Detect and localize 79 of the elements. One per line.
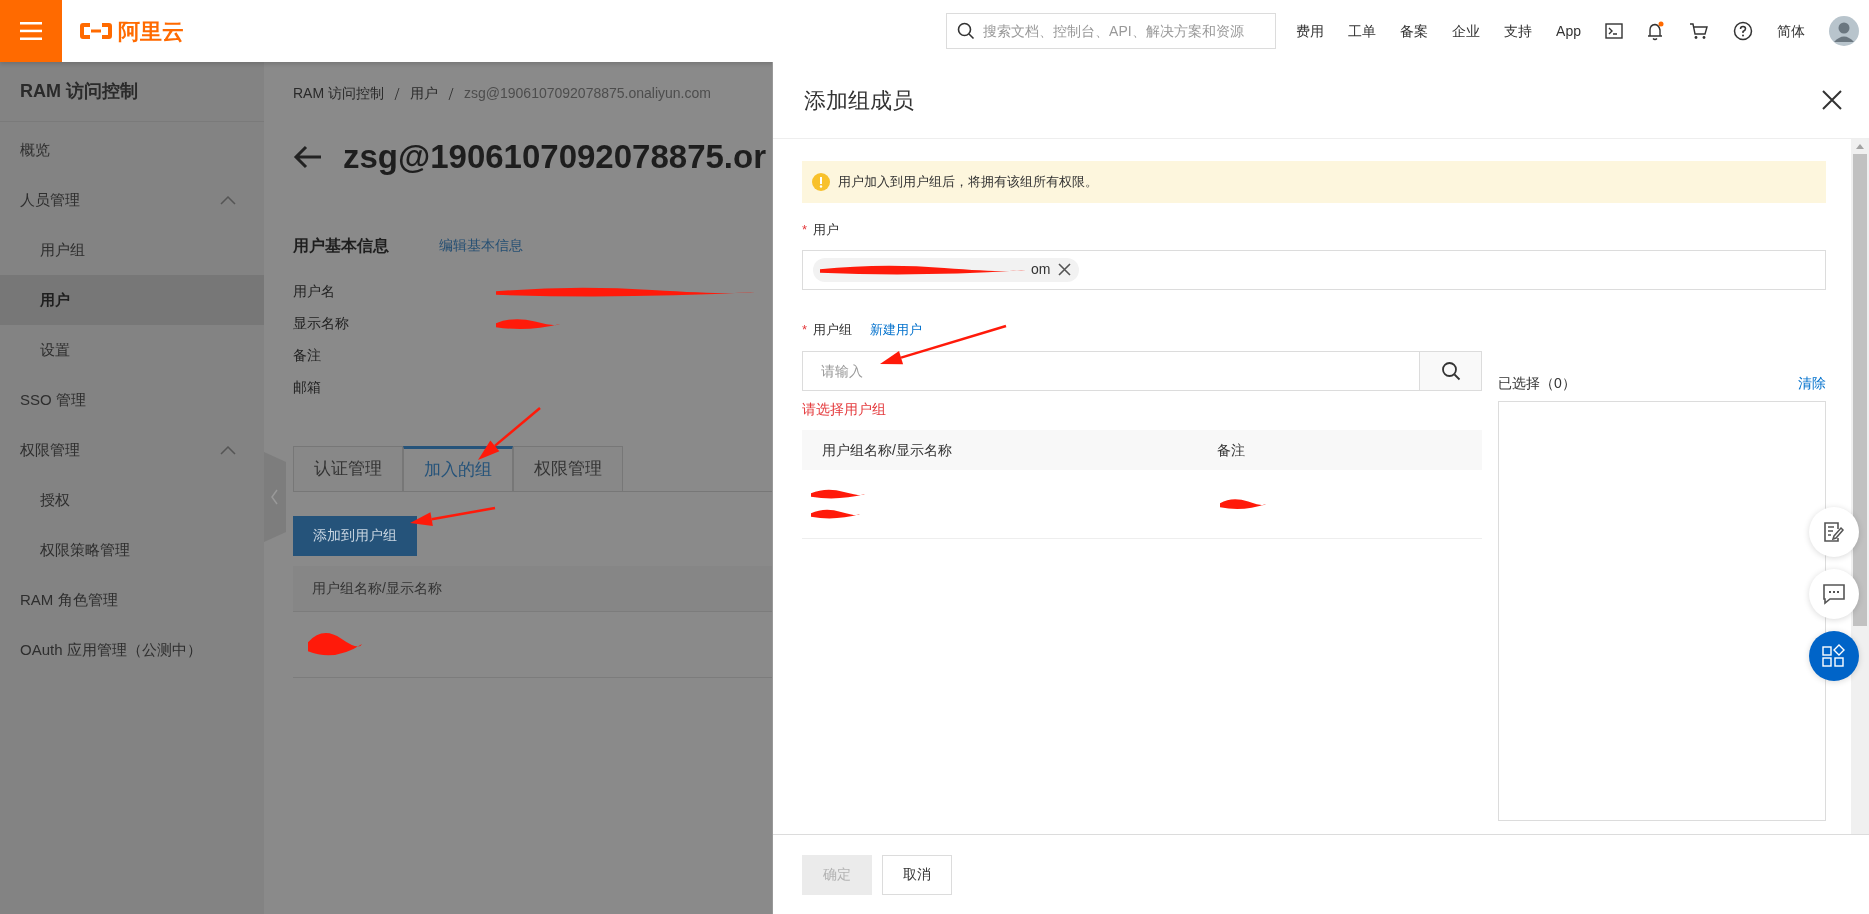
info-label: 用户名 xyxy=(293,282,336,301)
breadcrumb-link[interactable]: zsg@1906107092078875.onaliyun.com xyxy=(464,83,711,104)
cart-icon[interactable] xyxy=(1689,22,1709,40)
search-icon xyxy=(1440,361,1461,381)
tab[interactable]: 认证管理 xyxy=(293,445,403,491)
nav-link[interactable]: 备案 xyxy=(1400,20,1429,42)
sidebar-item[interactable]: 权限策略管理 xyxy=(0,525,264,575)
required-mark: * xyxy=(802,221,808,239)
logo-text[interactable]: 阿里云 xyxy=(118,14,184,48)
notification-icon[interactable] xyxy=(1647,21,1665,41)
sidebar-item[interactable]: 权限管理 xyxy=(0,425,264,475)
apps-button[interactable] xyxy=(1809,631,1859,681)
page-title: zsg@1906107092078875.or xyxy=(343,137,766,177)
sidebar-title: RAM 访问控制 xyxy=(0,62,264,122)
sidebar-item[interactable]: 人员管理 xyxy=(0,175,264,225)
annotation-arrow xyxy=(478,407,541,460)
drawer-title: 添加组成员 xyxy=(804,86,914,115)
search-field[interactable]: 搜索文档、控制台、API、解决方案和资源 xyxy=(946,13,1277,49)
chat-button[interactable] xyxy=(1809,569,1859,619)
field-label: 用户组 xyxy=(813,320,853,339)
edit-link[interactable]: 编辑基本信息 xyxy=(439,235,523,256)
nav-link[interactable]: 费用 xyxy=(1296,20,1325,42)
error-text: 请选择用户组 xyxy=(802,400,886,419)
remove-icon[interactable] xyxy=(1058,263,1072,276)
add-to-group-button[interactable]: 添加到用户组 xyxy=(293,515,417,556)
info-label: 显示名称 xyxy=(293,314,350,333)
nav-link[interactable]: 支持 xyxy=(1504,20,1533,42)
sidebar-item[interactable]: RAM 角色管理 xyxy=(0,575,264,625)
nav-link[interactable]: 工单 xyxy=(1348,20,1377,42)
breadcrumb-separator-icon xyxy=(448,87,454,100)
apps-icon xyxy=(1822,644,1846,668)
menu-icon xyxy=(20,22,42,40)
sidebar-item[interactable]: SSO 管理 xyxy=(0,375,264,425)
chevron-icon xyxy=(220,445,236,455)
search-button[interactable] xyxy=(1420,351,1482,391)
new-user-link[interactable]: 新建用户 xyxy=(870,319,923,339)
chevron-icon xyxy=(220,195,236,205)
note-pencil-icon xyxy=(1823,521,1845,543)
tab[interactable]: 权限管理 xyxy=(513,445,623,491)
terminal-icon[interactable] xyxy=(1605,23,1623,39)
breadcrumb-link[interactable]: RAM 访问控制 xyxy=(293,83,384,104)
field-label: 用户 xyxy=(813,221,840,239)
chat-icon xyxy=(1822,583,1846,605)
required-mark: * xyxy=(802,320,808,339)
collapse-handle[interactable] xyxy=(264,452,286,542)
nav-link[interactable]: 企业 xyxy=(1452,20,1481,42)
selected-count: 已选择（0） xyxy=(1498,373,1576,393)
user-select-field[interactable]: om xyxy=(802,249,1826,290)
sidebar-item[interactable]: 用户组 xyxy=(0,225,264,275)
menu-button[interactable] xyxy=(0,0,62,62)
back-arrow-icon[interactable] xyxy=(293,144,323,169)
language-link[interactable]: 简体 xyxy=(1777,20,1805,42)
sidebar-item[interactable]: OAuth 应用管理（公测中） xyxy=(0,625,264,675)
avatar-icon[interactable] xyxy=(1829,16,1859,46)
column-header: 备注 xyxy=(1217,440,1245,460)
breadcrumb-link[interactable]: 用户 xyxy=(410,83,438,104)
search-icon xyxy=(957,22,976,40)
help-icon[interactable] xyxy=(1733,21,1753,41)
column-header: 用户组名称/显示名称 xyxy=(821,440,953,460)
info-label: 邮箱 xyxy=(293,378,322,397)
sidebar-item[interactable]: 授权 xyxy=(0,475,264,525)
breadcrumb-separator-icon xyxy=(394,87,400,100)
column-header: 用户组名称/显示名称 xyxy=(312,578,442,598)
info-label: 备注 xyxy=(293,346,322,365)
sidebar-item[interactable]: 设置 xyxy=(0,325,264,375)
tab[interactable]: 加入的组 xyxy=(403,445,513,491)
close-icon[interactable] xyxy=(1822,90,1842,110)
clear-link[interactable]: 清除 xyxy=(1798,372,1826,394)
warning-icon xyxy=(812,173,830,191)
sidebar-item[interactable]: 概览 xyxy=(0,125,264,175)
nav-link[interactable]: App xyxy=(1556,20,1581,42)
sidebar-item[interactable]: 用户 xyxy=(0,275,264,325)
section-title: 用户基本信息 xyxy=(293,235,389,256)
tag-text: om xyxy=(1031,260,1051,279)
feedback-button[interactable] xyxy=(1809,507,1859,557)
group-search-field[interactable]: 请输入 xyxy=(802,351,1420,391)
alert-text: 用户加入到用户组后，将拥有该组所有权限。 xyxy=(838,173,1098,192)
logo-icon xyxy=(78,21,114,41)
dialog-button[interactable]: 取消 xyxy=(882,854,952,895)
